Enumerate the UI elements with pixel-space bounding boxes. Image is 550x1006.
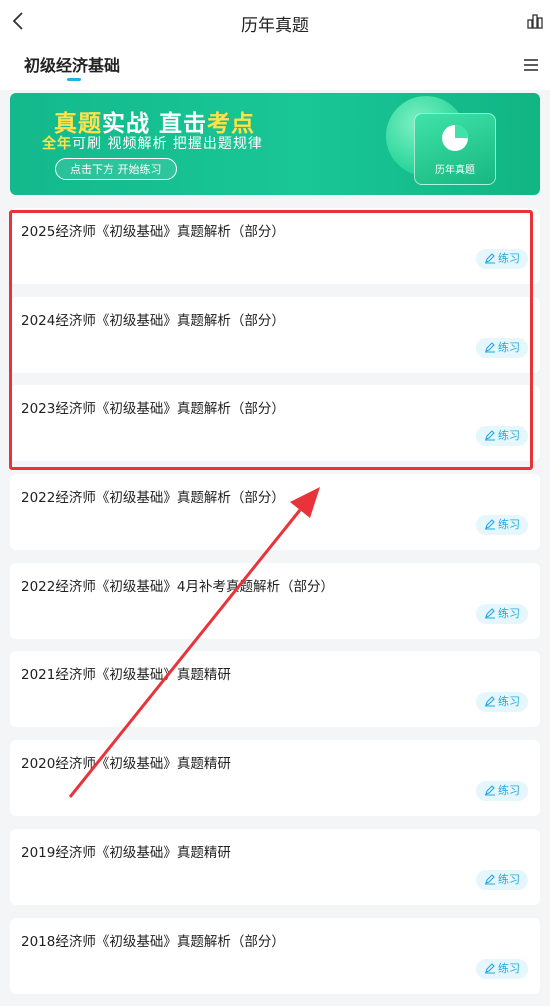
practice-label: 练习 [498, 340, 520, 354]
promo-banner[interactable]: 真题实战 直击考点 全年可刷 视频解析 把握出题规律 点击下方 开始练习 历年真… [10, 93, 540, 195]
practice-label: 练习 [498, 606, 520, 620]
practice-label: 练习 [498, 429, 520, 443]
pencil-icon [485, 253, 495, 264]
practice-button[interactable]: 练习 [476, 426, 528, 447]
list-item[interactable]: 2022经济师《初级基础》4月补考真题解析（部分） 练习 [10, 562, 540, 639]
list-item[interactable]: 2020经济师《初级基础》真题精研练习 [10, 740, 540, 817]
list-item[interactable]: 2024经济师《初级基础》真题解析（部分） 练习 [10, 296, 540, 373]
tab-indicator [67, 78, 81, 81]
pencil-icon [485, 785, 495, 796]
pencil-icon [485, 607, 495, 619]
list-item[interactable]: 2021经济师《初级基础》真题精研练习 [10, 651, 540, 728]
list-item[interactable]: 2018经济师《初级基础》真题解析（部分） 练习 [10, 917, 540, 994]
pie-chart-icon [442, 125, 468, 151]
practice-button[interactable]: 练习 [476, 337, 528, 358]
item-title: 2019经济师《初级基础》真题精研 [21, 844, 231, 861]
item-title: 2025经济师《初级基础》真题解析（部分） [21, 224, 285, 240]
practice-label: 练习 [498, 784, 520, 798]
item-title: 2022经济师《初级基础》4月补考真题解析（部分） [21, 578, 334, 595]
list-item[interactable]: 2019经济师《初级基础》真题精研练习 [10, 828, 540, 905]
list-item[interactable]: 2022经济师《初级基础》真题解析（部分） 练习 [10, 474, 540, 551]
top-bar: 历年真题 [0, 0, 550, 44]
pencil-icon [485, 430, 495, 441]
list-item[interactable]: 2023经济师《初级基础》真题解析（部分） 练习 [10, 385, 540, 462]
pencil-icon [485, 696, 495, 707]
exam-list: 2025经济师《初级基础》真题解析（部分） 练习 2024经济师《初级基础》真题解析… [10, 208, 540, 1006]
item-title: 2021经济师《初级基础》真题精研 [21, 667, 231, 684]
practice-button[interactable]: 练习 [476, 869, 528, 890]
practice-button[interactable]: 练习 [476, 781, 528, 802]
banner-start-button[interactable]: 点击下方 开始练习 [55, 158, 177, 180]
pencil-icon [485, 519, 495, 530]
menu-icon[interactable] [522, 56, 540, 74]
banner-subline: 全年可刷 视频解析 把握出题规律 [42, 136, 263, 152]
sub-nav: 初级经济基础 [0, 44, 550, 90]
page-title: 历年真题 [241, 16, 309, 36]
item-title: 2023经济师《初级基础》真题解析（部分） [21, 401, 285, 418]
practice-button[interactable]: 练习 [476, 515, 528, 536]
pencil-icon [485, 962, 495, 973]
pencil-icon [485, 341, 495, 353]
practice-label: 练习 [498, 252, 520, 265]
banner-card: 历年真题 [414, 113, 496, 185]
practice-label: 练习 [498, 961, 520, 975]
tab-primary-economics[interactable]: 初级经济基础 [24, 52, 120, 76]
item-title: 2018经济师《初级基础》真题解析（部分） [21, 933, 285, 950]
practice-button[interactable]: 练习 [476, 692, 528, 713]
pencil-icon [485, 874, 495, 885]
item-title: 2022经济师《初级基础》真题解析（部分） [21, 490, 285, 507]
practice-label: 练习 [498, 872, 520, 886]
item-title: 2024经济师《初级基础》真题解析（部分） [21, 312, 285, 329]
practice-label: 练习 [498, 518, 520, 532]
practice-button[interactable]: 练习 [476, 249, 528, 269]
practice-button[interactable]: 练习 [476, 603, 528, 624]
list-item[interactable]: 2025经济师《初级基础》真题解析（部分） 练习 [10, 208, 540, 284]
item-title: 2020经济师《初级基础》真题精研 [21, 756, 231, 773]
stats-icon[interactable] [526, 12, 544, 30]
banner-card-label: 历年真题 [435, 165, 475, 176]
practice-label: 练习 [498, 695, 520, 709]
